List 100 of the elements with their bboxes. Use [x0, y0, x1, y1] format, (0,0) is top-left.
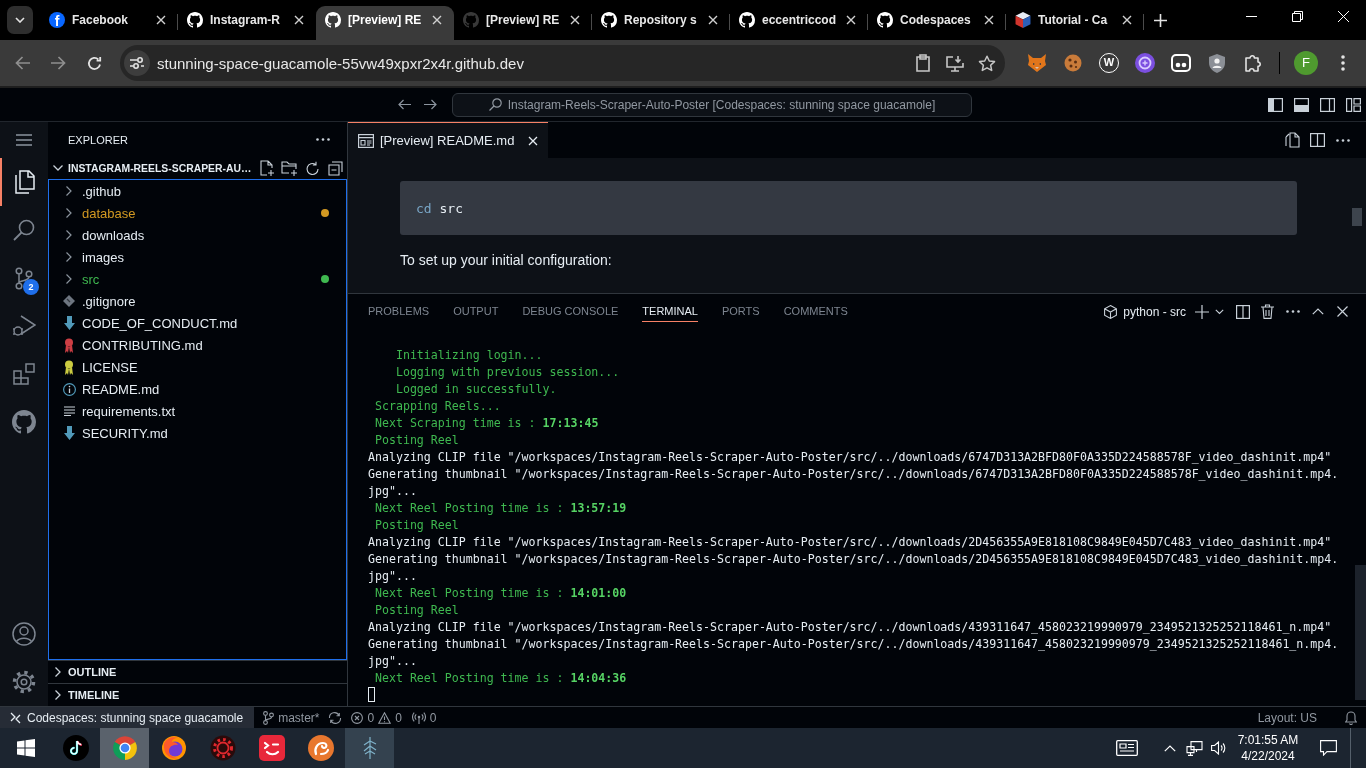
text-lines-icon	[63, 406, 75, 416]
arrow-down-icon	[63, 316, 75, 330]
close-icon[interactable]	[528, 135, 539, 146]
preview-icon	[358, 133, 374, 148]
close-icon[interactable]	[432, 15, 442, 25]
branch-icon	[263, 710, 275, 725]
cat-logo-icon	[12, 410, 36, 434]
blocks-icon	[13, 363, 35, 385]
arrow-down-icon	[63, 426, 75, 440]
tree-item[interactable]: images	[49, 246, 346, 268]
chevron-down-icon	[15, 17, 25, 23]
problems-indicator[interactable]: 0 0	[346, 707, 407, 728]
error-icon	[351, 711, 364, 724]
keyboard-layout[interactable]: Layout: US	[1252, 707, 1322, 728]
browser-tab[interactable]: Tutorial - Ca	[1006, 6, 1144, 40]
close-icon[interactable]	[570, 15, 580, 25]
terminal-line: Analyzing CLIP file "/workspaces/Instagram-Reels-Scraper-Auto-Poster/src/../downloads/439311647_458023219990979_2349521325252118461_n.mp4"	[368, 619, 1333, 636]
ribbon-icon	[64, 337, 74, 353]
close-icon[interactable]	[984, 15, 994, 25]
panel-tab[interactable]: DEBUG CONSOLE	[522, 301, 619, 322]
remote-indicator[interactable]: Codespaces: stunning space guacamole	[0, 707, 255, 728]
address-bar[interactable]: stunning-space-guacamole-55vw49xpxr2x4r.github.dev	[120, 45, 1005, 81]
warning-icon	[378, 711, 392, 724]
panel-tab[interactable]: TERMINAL	[642, 301, 698, 322]
terminal-selector[interactable]: python - src	[1104, 304, 1186, 319]
tree-item[interactable]: .gitignore	[49, 290, 346, 312]
editor-tab[interactable]: [Preview] README.md	[348, 122, 549, 158]
terminal-line: Scrapping Reels...	[373, 398, 502, 415]
close-icon[interactable]	[294, 15, 304, 25]
close-icon[interactable]	[1122, 15, 1132, 25]
scrollbar-thumb[interactable]	[1352, 208, 1362, 226]
terminal-line: Initializing login...	[394, 347, 544, 364]
terminal-line: Generating thumbnail "/workspaces/Instagram-Reels-Scraper-Auto-Poster/src/../downloads/2D456355A9E818108C9849E045D7C483_video_dashinit.mp4.	[368, 551, 1340, 568]
swirl-logo-icon	[307, 735, 334, 761]
remote-icon	[10, 711, 21, 724]
browser-tab[interactable]: f Facebook	[40, 6, 178, 40]
restore-icon	[1291, 10, 1303, 22]
award-icon	[64, 359, 74, 375]
site-info-button[interactable]	[124, 50, 150, 76]
close-icon[interactable]	[156, 15, 166, 25]
minimize-icon	[1245, 15, 1257, 17]
activity-item[interactable]: 2	[0, 254, 48, 302]
antenna-icon	[411, 711, 426, 724]
fox-globe-icon	[160, 735, 187, 761]
browser-tab[interactable]: Repository s	[592, 6, 730, 40]
notification-count: 2	[23, 279, 39, 295]
sidebar-title: EXPLORER	[68, 133, 128, 146]
plus-icon	[1153, 13, 1167, 27]
branch-indicator[interactable]: master*	[258, 707, 325, 728]
terminal-line: Analyzing CLIP file "/workspaces/Instagram-Reels-Scraper-Auto-Poster/src/../downloads/2D456355A9E818108C9849E045D7C483_video_dashinit.mp4"	[368, 534, 1333, 551]
browser-tab[interactable]: [Preview] RE	[454, 6, 592, 40]
tree-item[interactable]: database	[49, 202, 346, 224]
terminal-line: Generating thumbnail "/workspaces/Instagram-Reels-Scraper-Auto-Poster/src/../downloads/6747D313A2BFD80F0A335D224588578F_video_dashinit.mp4.	[368, 466, 1340, 483]
browser-tab[interactable]: eccentriccod	[730, 6, 868, 40]
tab-search-button[interactable]	[7, 6, 33, 34]
letter-logo: f	[49, 12, 65, 28]
tree-item[interactable]: SECURITY.md	[49, 422, 346, 444]
cube-icon	[1104, 304, 1118, 319]
close-icon[interactable]	[846, 15, 856, 25]
tree-item[interactable]: CONTRIBUTING.md	[49, 334, 346, 356]
tree-item[interactable]: .github	[49, 180, 346, 202]
profile-avatar[interactable]: F	[1294, 51, 1318, 75]
search-icon	[488, 98, 502, 111]
browser-tab[interactable]: Instagram-R	[178, 6, 316, 40]
ports-indicator[interactable]: 0	[406, 707, 442, 728]
folder-header[interactable]: INSTAGRAM-REELS-SCRAPER-AU…	[48, 157, 347, 179]
code-block: cd src	[400, 181, 1297, 235]
search-icon	[13, 219, 35, 241]
close-icon[interactable]	[708, 15, 718, 25]
panel-tab[interactable]: PROBLEMS	[368, 301, 430, 322]
arrow-right-icon	[423, 99, 437, 110]
scrollbar-thumb[interactable]	[1355, 565, 1366, 700]
tree-item[interactable]: requirements.txt	[49, 400, 346, 422]
tree-item[interactable]: LICENSE	[49, 356, 346, 378]
close-icon	[1337, 10, 1349, 22]
smiley-tile-icon	[258, 735, 285, 761]
panel-tab[interactable]: OUTPUT	[453, 301, 499, 322]
terminal-line: Logging with previous session...	[394, 364, 621, 381]
files-icon	[13, 170, 35, 194]
browser-tab[interactable]: Codespaces	[868, 6, 1006, 40]
command-center[interactable]: Instagram-Reels-Scraper-Auto-Poster [Codespaces: stunning space guacamole]	[452, 92, 972, 117]
terminal-line: jpg"...	[368, 483, 418, 500]
terminal-line: Next Reel Posting time is : 14:01:00	[373, 585, 628, 602]
terminal-line: Next Reel Posting time is : 13:57:19	[373, 500, 628, 517]
terminal-line: Posting Reel	[373, 602, 460, 619]
terminal-line: Generating thumbnail "/workspaces/Instagram-Reels-Scraper-Auto-Poster/src/../downloads/439311647_458023219990979_2349521325252118461_n.mp4.	[368, 636, 1340, 653]
panel-tab[interactable]: COMMENTS	[783, 301, 848, 322]
tree-item[interactable]: README.md	[49, 378, 346, 400]
clock[interactable]: 7:01:55 AM 4/22/2024	[1230, 732, 1306, 764]
tree-item[interactable]: src	[49, 268, 346, 290]
terminal-line: Logged in successfully.	[394, 381, 558, 398]
collapsed-section[interactable]: OUTLINE	[48, 660, 347, 683]
tree-item[interactable]: downloads	[49, 224, 346, 246]
panel-tab[interactable]: PORTS	[721, 301, 760, 322]
diamond-icon	[63, 295, 75, 307]
terminal-line: Posting Reel	[373, 432, 460, 449]
terminal-cursor	[368, 687, 375, 702]
terminal-line: Next Reel Posting time is : 14:04:36	[373, 670, 628, 687]
tree-item[interactable]: CODE_OF_CONDUCT.md	[49, 312, 346, 334]
browser-tab[interactable]: [Preview] RE	[316, 6, 454, 40]
